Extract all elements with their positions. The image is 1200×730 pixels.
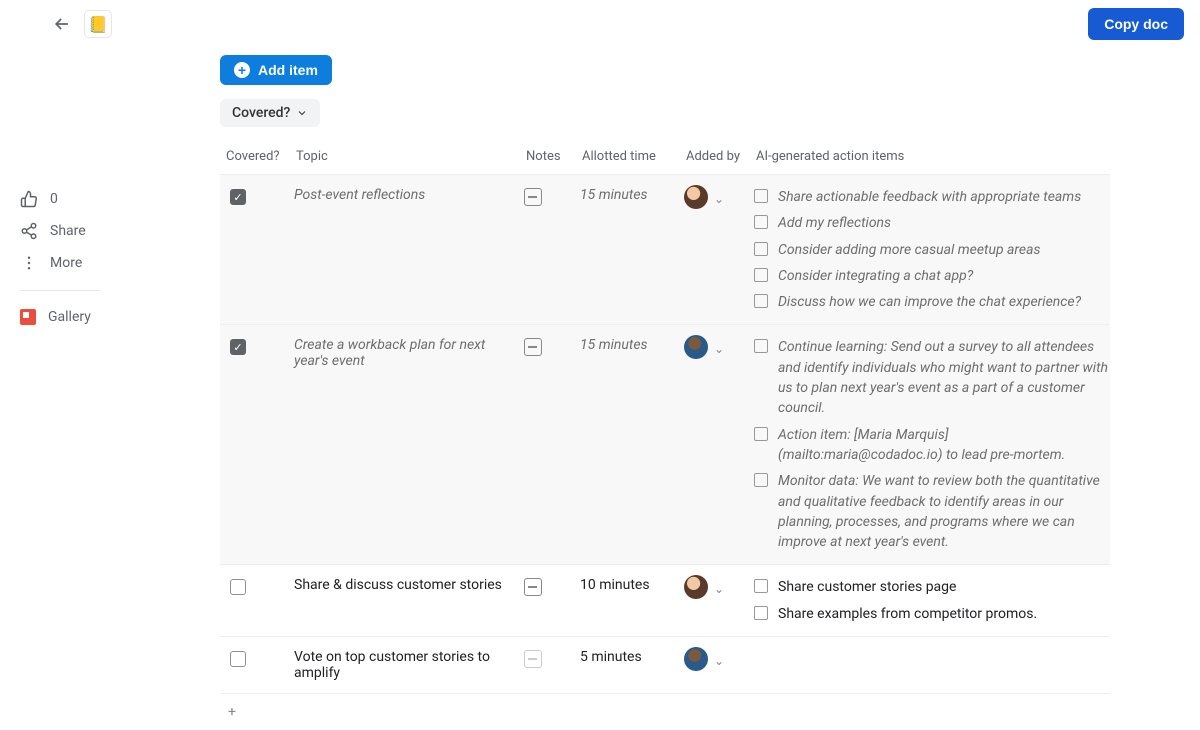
doc-emoji: 📒 xyxy=(88,15,108,34)
col-notes[interactable]: Notes xyxy=(524,145,580,168)
like-count: 0 xyxy=(50,191,58,207)
action-items-cell: Continue learning: Send out a survey to … xyxy=(754,337,1112,552)
action-item-checkbox[interactable] xyxy=(754,215,768,229)
topic-cell[interactable]: Vote on top customer stories to amplify xyxy=(294,649,524,681)
thumbs-up-icon xyxy=(20,190,38,208)
allotted-time-cell[interactable]: 15 minutes xyxy=(580,337,684,353)
copy-doc-button[interactable]: Copy doc xyxy=(1088,8,1184,40)
add-item-button[interactable]: + Add item xyxy=(220,55,332,85)
action-item: Monitor data: We want to review both the… xyxy=(754,471,1112,552)
doc-icon[interactable]: 📒 xyxy=(84,10,112,38)
notes-icon[interactable] xyxy=(524,338,542,356)
gallery-label: Gallery xyxy=(48,309,91,325)
action-item: Consider adding more casual meetup areas xyxy=(754,240,1112,260)
action-item-text[interactable]: Consider adding more casual meetup areas xyxy=(778,240,1041,260)
chevron-down-icon xyxy=(296,107,308,119)
plus-circle-icon: + xyxy=(234,62,250,78)
share-icon xyxy=(20,222,38,240)
action-item-text[interactable]: Add my reflections xyxy=(778,213,891,233)
allotted-time-cell[interactable]: 5 minutes xyxy=(580,649,684,665)
action-item: Share examples from competitor promos. xyxy=(754,604,1112,624)
sidebar-divider xyxy=(20,290,100,291)
topic-cell[interactable]: Create a workback plan for next year's e… xyxy=(294,337,524,369)
more-vertical-icon xyxy=(20,254,38,272)
topic-cell[interactable]: Share & discuss customer stories xyxy=(294,577,524,593)
covered-checkbox[interactable] xyxy=(230,339,246,355)
col-time[interactable]: Allotted time xyxy=(580,145,684,168)
notes-icon[interactable] xyxy=(524,188,542,206)
back-button[interactable] xyxy=(50,12,74,36)
share-button[interactable]: Share xyxy=(20,222,100,240)
add-row-button[interactable]: + xyxy=(220,693,1110,730)
table-row: Create a workback plan for next year's e… xyxy=(220,324,1110,564)
allotted-time-cell[interactable]: 15 minutes xyxy=(580,187,684,203)
action-item-text[interactable]: Consider integrating a chat app? xyxy=(778,266,973,286)
action-item-checkbox[interactable] xyxy=(754,294,768,308)
table-row: Vote on top customer stories to amplify 5… xyxy=(220,636,1110,693)
action-item-checkbox[interactable] xyxy=(754,242,768,256)
chevron-down-icon[interactable]: ⌄ xyxy=(714,582,724,596)
action-item-text[interactable]: Discuss how we can improve the chat expe… xyxy=(778,292,1081,312)
action-item: Action item: [Maria Marquis] (mailto:mar… xyxy=(754,425,1112,466)
avatar[interactable] xyxy=(684,575,708,599)
action-item-checkbox[interactable] xyxy=(754,606,768,620)
action-item-checkbox[interactable] xyxy=(754,189,768,203)
chevron-down-icon[interactable]: ⌄ xyxy=(714,192,724,206)
action-item: Discuss how we can improve the chat expe… xyxy=(754,292,1112,312)
action-item-text[interactable]: Share examples from competitor promos. xyxy=(778,604,1037,624)
col-actions[interactable]: AI-generated action items xyxy=(754,145,1112,168)
more-label: More xyxy=(50,255,82,271)
action-item: Share customer stories page xyxy=(754,577,1112,597)
action-item-text[interactable]: Continue learning: Send out a survey to … xyxy=(778,337,1112,418)
action-item-text[interactable]: Share customer stories page xyxy=(778,577,956,597)
avatar[interactable] xyxy=(684,185,708,209)
col-covered[interactable]: Covered? xyxy=(224,145,294,168)
action-item-checkbox[interactable] xyxy=(754,268,768,282)
action-item-text[interactable]: Monitor data: We want to review both the… xyxy=(778,471,1112,552)
action-item: Share actionable feedback with appropria… xyxy=(754,187,1112,207)
covered-checkbox[interactable] xyxy=(230,579,246,595)
col-added-by[interactable]: Added by xyxy=(684,145,754,168)
avatar[interactable] xyxy=(684,647,708,671)
action-item-checkbox[interactable] xyxy=(754,579,768,593)
topic-cell[interactable]: Post-event reflections xyxy=(294,187,524,203)
gallery-icon xyxy=(20,309,36,325)
action-item: Continue learning: Send out a survey to … xyxy=(754,337,1112,418)
covered-checkbox[interactable] xyxy=(230,651,246,667)
table-row: Share & discuss customer stories 10 minut… xyxy=(220,564,1110,636)
avatar[interactable] xyxy=(684,335,708,359)
action-item-checkbox[interactable] xyxy=(754,339,768,353)
action-item-text[interactable]: Action item: [Maria Marquis] (mailto:mar… xyxy=(778,425,1112,466)
group-by-chip[interactable]: Covered? xyxy=(220,99,320,127)
more-button[interactable]: More xyxy=(20,254,100,272)
table-header-row: Covered? Topic Notes Allotted time Added… xyxy=(220,139,1110,174)
gallery-link[interactable]: Gallery xyxy=(20,309,100,325)
chevron-down-icon[interactable]: ⌄ xyxy=(714,654,724,668)
table-row: Post-event reflections 15 minutes ⌄ Share a… xyxy=(220,174,1110,324)
col-topic[interactable]: Topic xyxy=(294,145,524,168)
like-button[interactable]: 0 xyxy=(20,190,100,208)
covered-checkbox[interactable] xyxy=(230,189,246,205)
action-item-text[interactable]: Share actionable feedback with appropria… xyxy=(778,187,1081,207)
action-item: Add my reflections xyxy=(754,213,1112,233)
chevron-down-icon[interactable]: ⌄ xyxy=(714,342,724,356)
notes-icon[interactable] xyxy=(524,650,542,668)
action-item: Consider integrating a chat app? xyxy=(754,266,1112,286)
action-item-checkbox[interactable] xyxy=(754,427,768,441)
share-label: Share xyxy=(50,223,86,239)
allotted-time-cell[interactable]: 10 minutes xyxy=(580,577,684,593)
action-item-checkbox[interactable] xyxy=(754,473,768,487)
action-items-cell: Share customer stories page Share example… xyxy=(754,577,1112,624)
notes-icon[interactable] xyxy=(524,578,542,596)
action-items-cell: Share actionable feedback with appropria… xyxy=(754,187,1112,312)
